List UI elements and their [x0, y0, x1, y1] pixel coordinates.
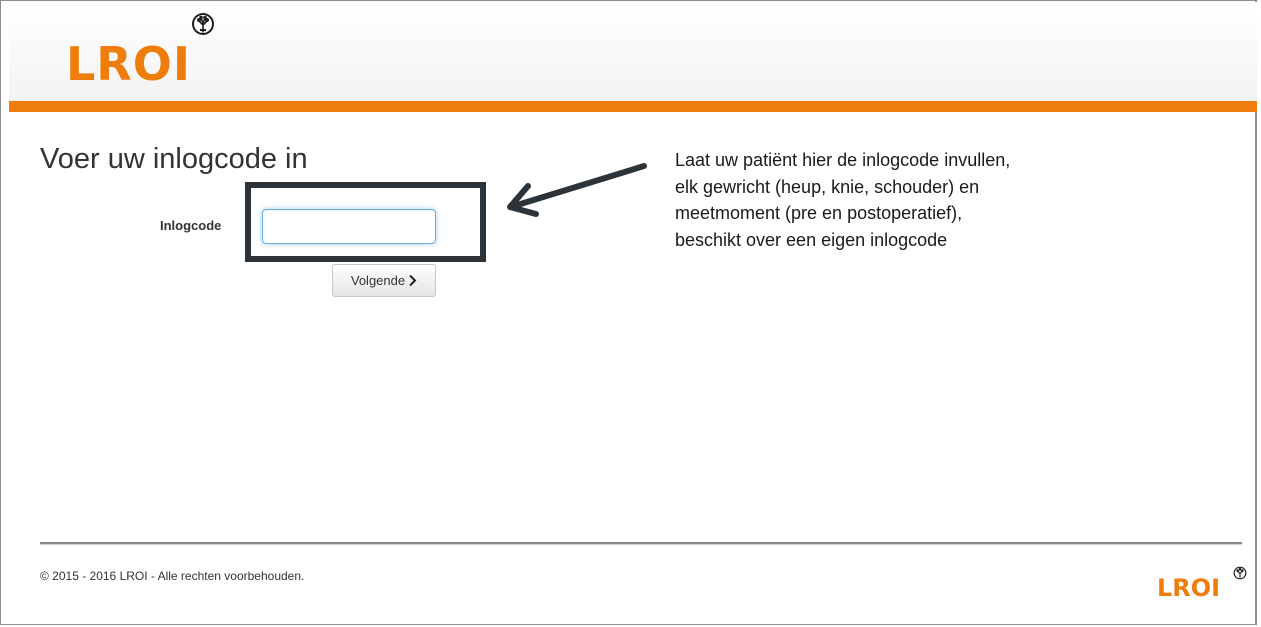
annotation-line: beschikt over een eigen inlogcode: [675, 229, 948, 250]
page-title: Voer uw inlogcode in: [40, 143, 308, 175]
annotation-line: elk gewricht (heup, knie, schouder) en: [675, 176, 980, 197]
footer-logo-text: LROI: [1157, 574, 1221, 602]
copyright-text: © 2015 - 2016 LROI - Alle rechten voorbe…: [40, 569, 305, 583]
annotation-arrow: [507, 163, 647, 217]
next-button[interactable]: Volgende: [332, 264, 436, 297]
header-accent-bar: [9, 101, 1257, 112]
inlogcode-label: Inlogcode: [160, 218, 222, 233]
tree-icon: [192, 13, 214, 35]
annotation-highlight-box: [245, 182, 486, 262]
footer-lroi-logo[interactable]: LROI: [1157, 566, 1247, 608]
logo-text: LROI: [66, 37, 191, 91]
next-button-label: Volgende: [350, 273, 406, 288]
annotation-text: Laat uw patiënt hier de inlogcode invull…: [675, 147, 1195, 253]
chevron-right-icon: [409, 274, 417, 287]
tree-icon: [1233, 566, 1247, 580]
footer-divider: [40, 542, 1242, 544]
annotation-line: Laat uw patiënt hier de inlogcode invull…: [675, 150, 1011, 170]
site-header: LROI: [9, 2, 1257, 101]
annotation-line: meetmoment (pre en postoperatief),: [675, 203, 963, 223]
